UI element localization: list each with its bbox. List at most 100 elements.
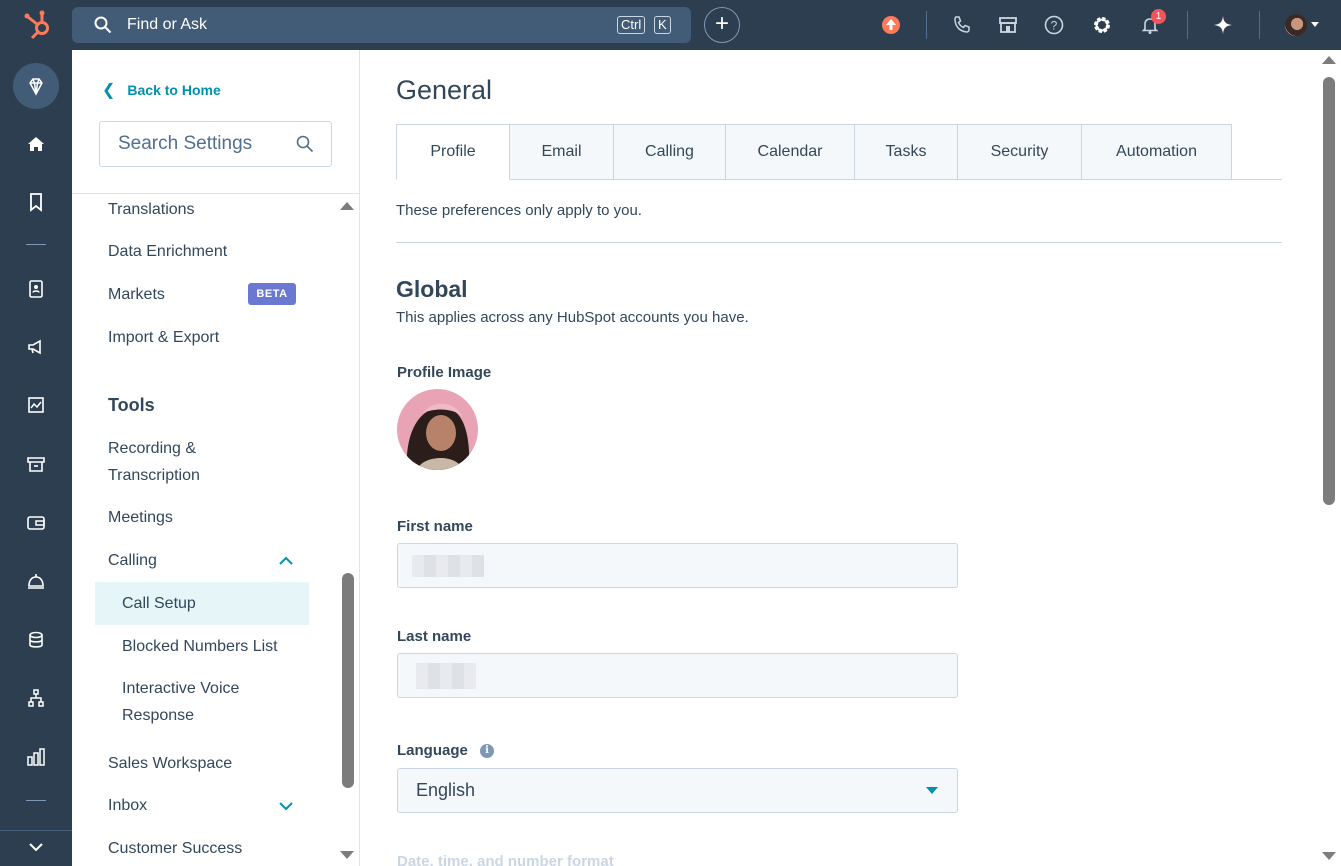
tab-security[interactable]: Security	[958, 124, 1082, 180]
sidebar-item-markets[interactable]: Markets	[108, 281, 165, 308]
page-title: General	[396, 75, 493, 105]
redacted-value	[416, 663, 476, 689]
data-icon[interactable]	[24, 628, 48, 652]
language-value: English	[416, 780, 476, 800]
divider	[926, 11, 927, 39]
sidebar-item-blocked-numbers[interactable]: Blocked Numbers List	[122, 633, 278, 660]
language-label: Language	[397, 742, 468, 759]
ai-sparkle-icon[interactable]	[1211, 13, 1235, 37]
dropdown-caret-icon	[926, 787, 938, 794]
last-name-label: Last name	[397, 628, 472, 645]
profile-photo	[397, 389, 478, 470]
phone-icon[interactable]	[950, 13, 974, 37]
settings-tabs: Profile Email Calling Calendar Tasks Sec…	[396, 124, 1232, 180]
tab-profile[interactable]: Profile	[396, 124, 510, 180]
tab-calling[interactable]: Calling	[614, 124, 726, 180]
search-text: Find or Ask	[127, 16, 208, 33]
sidebar-item-inbox[interactable]: Inbox	[108, 792, 147, 819]
sidebar-item-translations[interactable]: Translations	[108, 196, 195, 223]
main-scrollbar[interactable]	[1321, 50, 1341, 866]
collapse-icon[interactable]	[24, 835, 48, 859]
sidebar-item-sales-workspace[interactable]: Sales Workspace	[108, 750, 232, 777]
chevron-down-icon	[1311, 22, 1319, 27]
contacts-icon[interactable]	[24, 277, 48, 301]
tab-tasks[interactable]: Tasks	[855, 124, 958, 180]
main-content: General Profile Email Calling Calendar T…	[361, 50, 1321, 866]
settings-sidebar: ❮ Back to Home Translations Data Enrichme…	[72, 50, 360, 866]
global-description: This applies across any HubSpot accounts…	[396, 309, 749, 326]
scroll-up-arrow[interactable]	[340, 202, 354, 210]
sidebar-item-calling[interactable]: Calling	[108, 547, 157, 574]
sidebar-item-import-export[interactable]: Import & Export	[108, 324, 219, 351]
sidebar-item-recording[interactable]: Recording &	[108, 435, 196, 462]
account-avatar	[1285, 14, 1307, 36]
main-scrollbar-thumb[interactable]	[1323, 77, 1335, 505]
first-name-field[interactable]	[397, 543, 958, 588]
sidebar-item-transcription[interactable]: Transcription	[108, 462, 200, 489]
hubspot-logo[interactable]	[22, 9, 54, 41]
diamond-icon[interactable]	[24, 75, 48, 99]
profile-image[interactable]	[397, 389, 478, 470]
notification-count-badge: 1	[1151, 9, 1166, 24]
create-new-button[interactable]: +	[704, 7, 740, 43]
search-icon	[94, 16, 112, 34]
sidebar-item-meetings[interactable]: Meetings	[108, 504, 173, 531]
nav-divider	[26, 800, 46, 801]
chevron-up-icon[interactable]	[277, 552, 295, 570]
redacted-value	[412, 555, 484, 577]
sidebar-item-data-enrichment[interactable]: Data Enrichment	[108, 238, 227, 265]
chevron-down-icon[interactable]	[277, 797, 295, 815]
back-label: Back to Home	[127, 82, 221, 98]
marketplace-icon[interactable]	[996, 13, 1020, 37]
primary-left-nav	[0, 50, 72, 866]
commerce-icon[interactable]	[24, 452, 48, 476]
date-format-label: Date, time, and number format	[397, 853, 614, 866]
shortcut-ctrl-key: Ctrl	[617, 16, 646, 34]
scroll-down-arrow[interactable]	[1322, 852, 1336, 860]
sidebar-scrollbar[interactable]	[340, 200, 358, 866]
service-icon[interactable]	[24, 569, 48, 593]
account-menu[interactable]	[1285, 14, 1325, 36]
upgrade-icon[interactable]	[879, 13, 903, 37]
marketing-icon[interactable]	[24, 335, 48, 359]
content-icon[interactable]	[24, 393, 48, 417]
sidebar-scrollbar-thumb[interactable]	[342, 573, 354, 788]
divider	[1259, 11, 1260, 39]
global-heading: Global	[396, 276, 468, 302]
settings-search[interactable]	[99, 121, 333, 167]
profile-image-label: Profile Image	[397, 364, 492, 381]
sidebar-item-call-setup[interactable]: Call Setup	[122, 590, 196, 617]
nav-bottom-divider	[0, 830, 72, 831]
nav-divider	[26, 244, 46, 245]
sidebar-item-customer-success[interactable]: Customer Success	[108, 835, 242, 862]
info-icon[interactable]: i	[480, 744, 494, 758]
global-search-bar[interactable]: Find or Ask Ctrl K	[72, 7, 691, 43]
back-to-home-link[interactable]: ❮ Back to Home	[102, 80, 221, 100]
divider	[1187, 11, 1188, 39]
payments-icon[interactable]	[24, 511, 48, 535]
scroll-down-arrow[interactable]	[340, 851, 354, 859]
tab-calendar[interactable]: Calendar	[726, 124, 855, 180]
svg-text:?: ?	[1051, 19, 1058, 33]
scroll-up-arrow[interactable]	[1322, 56, 1336, 64]
help-icon[interactable]: ?	[1042, 13, 1066, 37]
tab-email[interactable]: Email	[510, 124, 614, 180]
shortcut-k-key: K	[654, 16, 671, 34]
settings-icon[interactable]	[1090, 13, 1114, 37]
tools-heading: Tools	[108, 395, 155, 415]
preferences-note: These preferences only apply to you.	[396, 202, 642, 219]
bookmark-icon[interactable]	[24, 190, 48, 214]
last-name-field[interactable]	[397, 653, 958, 698]
first-name-label: First name	[397, 518, 473, 535]
reporting-icon[interactable]	[24, 745, 48, 769]
automation-icon[interactable]	[24, 686, 48, 710]
home-icon[interactable]	[24, 132, 48, 156]
sidebar-divider	[72, 193, 359, 194]
tab-automation[interactable]: Automation	[1082, 124, 1232, 180]
last-name-input[interactable]	[398, 654, 957, 697]
sidebar-item-ivr-response[interactable]: Response	[122, 702, 194, 729]
language-select[interactable]: English	[397, 768, 958, 813]
top-navigation-bar: Find or Ask Ctrl K + ? 1	[0, 0, 1341, 50]
beta-badge: BETA	[248, 283, 296, 305]
sidebar-item-ivr[interactable]: Interactive Voice	[122, 675, 239, 702]
